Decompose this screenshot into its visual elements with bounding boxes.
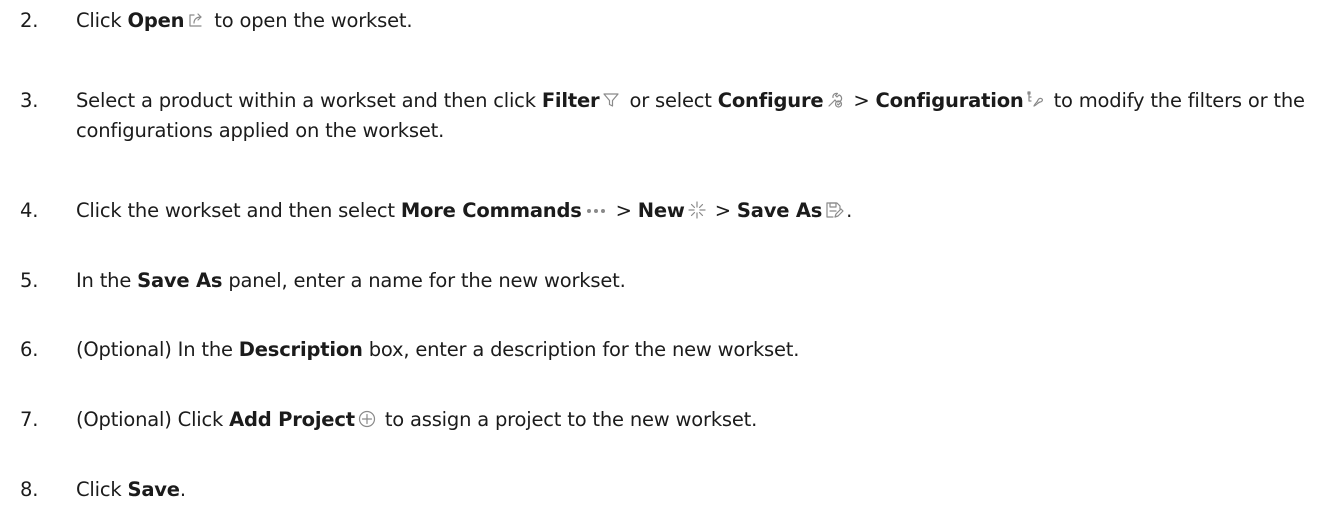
step-number: 4. bbox=[20, 199, 39, 222]
step-number: 3. bbox=[20, 89, 39, 112]
filter-icon bbox=[601, 90, 621, 110]
ui-term: Description bbox=[238, 338, 363, 361]
step-text-segment: to open the workset. bbox=[208, 9, 413, 32]
step-text-segment: > bbox=[708, 199, 737, 222]
step-text-segment: (Optional) Click bbox=[76, 408, 230, 431]
step-text-segment: . bbox=[179, 478, 186, 501]
ui-term: Add Project bbox=[229, 408, 355, 431]
step-text: Click Save. bbox=[76, 475, 1321, 505]
step-text: Click Open to open the workset. bbox=[76, 6, 1321, 36]
new-icon bbox=[687, 200, 707, 220]
save-as-icon bbox=[824, 200, 844, 220]
ui-term: Save bbox=[127, 478, 180, 501]
step-text-segment: > bbox=[609, 199, 638, 222]
step-text-segment: . bbox=[846, 199, 853, 222]
step-text: Click the workset and then select More C… bbox=[76, 196, 1321, 226]
instruction-steps: 2. Click Open to open the workset. 3. Se… bbox=[0, 0, 1329, 529]
ui-term: Filter bbox=[541, 89, 600, 112]
step-number: 5. bbox=[20, 269, 39, 292]
step-text-segment: > bbox=[847, 89, 876, 112]
step-text-segment: In the bbox=[76, 269, 138, 292]
step-text: (Optional) In the Description box, enter… bbox=[76, 335, 1321, 365]
step-text: (Optional) Click Add Project to assign a… bbox=[76, 405, 1321, 435]
step-text-segment: Click bbox=[76, 478, 128, 501]
step-text-segment: box, enter a description for the new wor… bbox=[362, 338, 800, 361]
step-text-segment: panel, enter a name for the new workset. bbox=[222, 269, 626, 292]
step-number: 7. bbox=[20, 408, 39, 431]
ui-term: Open bbox=[127, 9, 185, 32]
open-icon bbox=[186, 10, 206, 30]
step-text-segment: Click bbox=[76, 9, 128, 32]
step-number: 2. bbox=[20, 9, 39, 32]
ui-term: More Commands bbox=[400, 199, 582, 222]
step-text-segment: (Optional) In the bbox=[76, 338, 239, 361]
ui-term: Save As bbox=[137, 269, 223, 292]
step-text: Select a product within a workset and th… bbox=[76, 86, 1321, 146]
ui-term: Configure bbox=[717, 89, 824, 112]
step-text-segment: or select bbox=[623, 89, 718, 112]
step-text: In the Save As panel, enter a name for t… bbox=[76, 266, 1321, 296]
add-project-icon bbox=[357, 409, 377, 429]
step-text-segment: Click the workset and then select bbox=[76, 199, 401, 222]
more-commands-icon bbox=[584, 200, 608, 220]
step-text-segment: to assign a project to the new workset. bbox=[378, 408, 758, 431]
step-number: 8. bbox=[20, 478, 39, 501]
step-number: 6. bbox=[20, 338, 39, 361]
ui-term: Save As bbox=[736, 199, 823, 222]
configuration-icon bbox=[1026, 90, 1046, 110]
ui-term: Configuration bbox=[875, 89, 1024, 112]
ui-term: New bbox=[637, 199, 685, 222]
step-text-segment: Select a product within a workset and th… bbox=[76, 89, 542, 112]
configure-icon bbox=[825, 90, 845, 110]
